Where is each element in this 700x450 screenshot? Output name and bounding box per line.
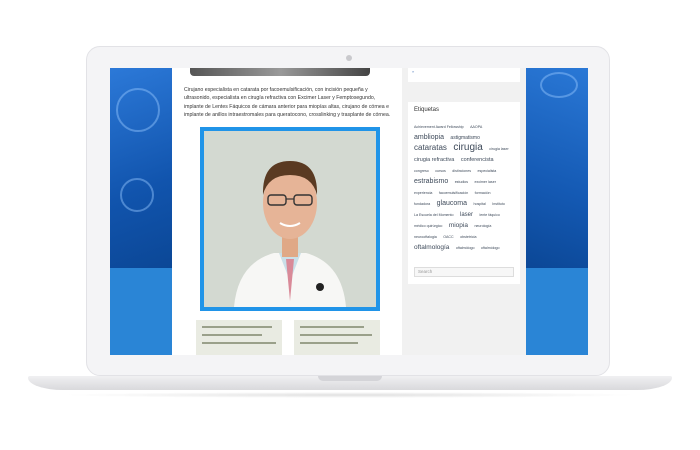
tag-link[interactable]: estrabismo — [414, 178, 448, 185]
tag-link[interactable]: neurología — [474, 224, 491, 228]
tag-link[interactable]: OACC — [443, 235, 453, 239]
glasses-decoration-icon — [540, 72, 578, 98]
tag-link[interactable]: hospital — [473, 202, 485, 206]
laptop-shadow — [60, 392, 640, 398]
tag-link[interactable]: glaucoma — [437, 200, 467, 207]
certificate-thumbnail-2[interactable] — [294, 320, 380, 355]
tag-link[interactable]: ambliopia — [414, 134, 444, 141]
background-right-panel — [526, 68, 588, 268]
tag-link[interactable]: conferencista — [461, 157, 494, 163]
tag-link[interactable]: congreso — [414, 169, 429, 173]
tag-link[interactable]: oftalmólogo — [481, 246, 500, 250]
search-input[interactable]: Search — [414, 267, 514, 277]
tag-link[interactable]: astigmatismo — [450, 135, 479, 141]
tag-link[interactable]: formación — [475, 191, 491, 195]
tag-link[interactable]: cataratas — [414, 143, 447, 152]
tag-link[interactable]: estudios — [455, 180, 468, 184]
tag-link[interactable]: oftalmólogo — [456, 246, 475, 250]
tag-link[interactable]: médico quirúrgico — [414, 224, 442, 228]
previous-widget: » — [408, 68, 520, 82]
tag-link[interactable]: fundadora — [414, 202, 430, 206]
screen: Cirujano especialista en catarata por fa… — [110, 68, 588, 355]
tag-link[interactable]: Instituto — [492, 202, 505, 206]
search-widget: Search — [408, 254, 520, 284]
tag-link[interactable]: cirugia — [453, 142, 482, 153]
certificate-thumbnail-1[interactable] — [196, 320, 282, 355]
tag-link[interactable]: Achievement Award Fellowship — [414, 125, 464, 129]
header-image-strip — [190, 68, 370, 76]
tag-link[interactable]: facoemulsificación — [439, 191, 468, 195]
microscope-decoration-icon — [116, 88, 160, 132]
tags-widget-title: Etiquetas — [414, 107, 440, 113]
background-left-panel — [110, 68, 172, 268]
doctor-photo — [204, 131, 376, 307]
bio-paragraph: Cirujano especialista en catarata por fa… — [184, 87, 391, 119]
tag-link[interactable]: cursos — [435, 169, 446, 173]
tag-link[interactable]: neurooftalogia — [414, 235, 437, 239]
webcam-icon — [346, 55, 352, 61]
lens-decoration-icon — [120, 178, 154, 212]
tag-link[interactable]: lente fáquico — [479, 213, 499, 217]
tag-link[interactable]: excimer laser — [475, 180, 496, 184]
main-content: Cirujano especialista en catarata por fa… — [172, 68, 402, 355]
tag-link[interactable]: distinciones — [452, 169, 471, 173]
previous-widget-link[interactable]: » — [412, 69, 414, 74]
tag-link[interactable]: experiencia — [414, 191, 432, 195]
doctor-photo-frame — [200, 127, 380, 311]
laptop-notch — [318, 376, 382, 381]
tag-link[interactable]: La Escuela del Momento — [414, 213, 454, 217]
tag-link[interactable]: oftalmología — [414, 244, 449, 251]
tag-link[interactable]: AAOPA — [470, 125, 482, 129]
tag-link[interactable]: cirugia refractiva — [414, 157, 454, 163]
tag-link[interactable]: obstetricia — [460, 235, 476, 239]
sidebar: » Etiquetas Achievement Award Fellowship… — [402, 68, 526, 355]
tag-link[interactable]: miopia — [449, 222, 468, 229]
tag-link[interactable]: cirugia laser — [489, 147, 508, 151]
tag-link[interactable]: especialista — [478, 169, 497, 173]
tag-link[interactable]: laser — [460, 212, 473, 218]
